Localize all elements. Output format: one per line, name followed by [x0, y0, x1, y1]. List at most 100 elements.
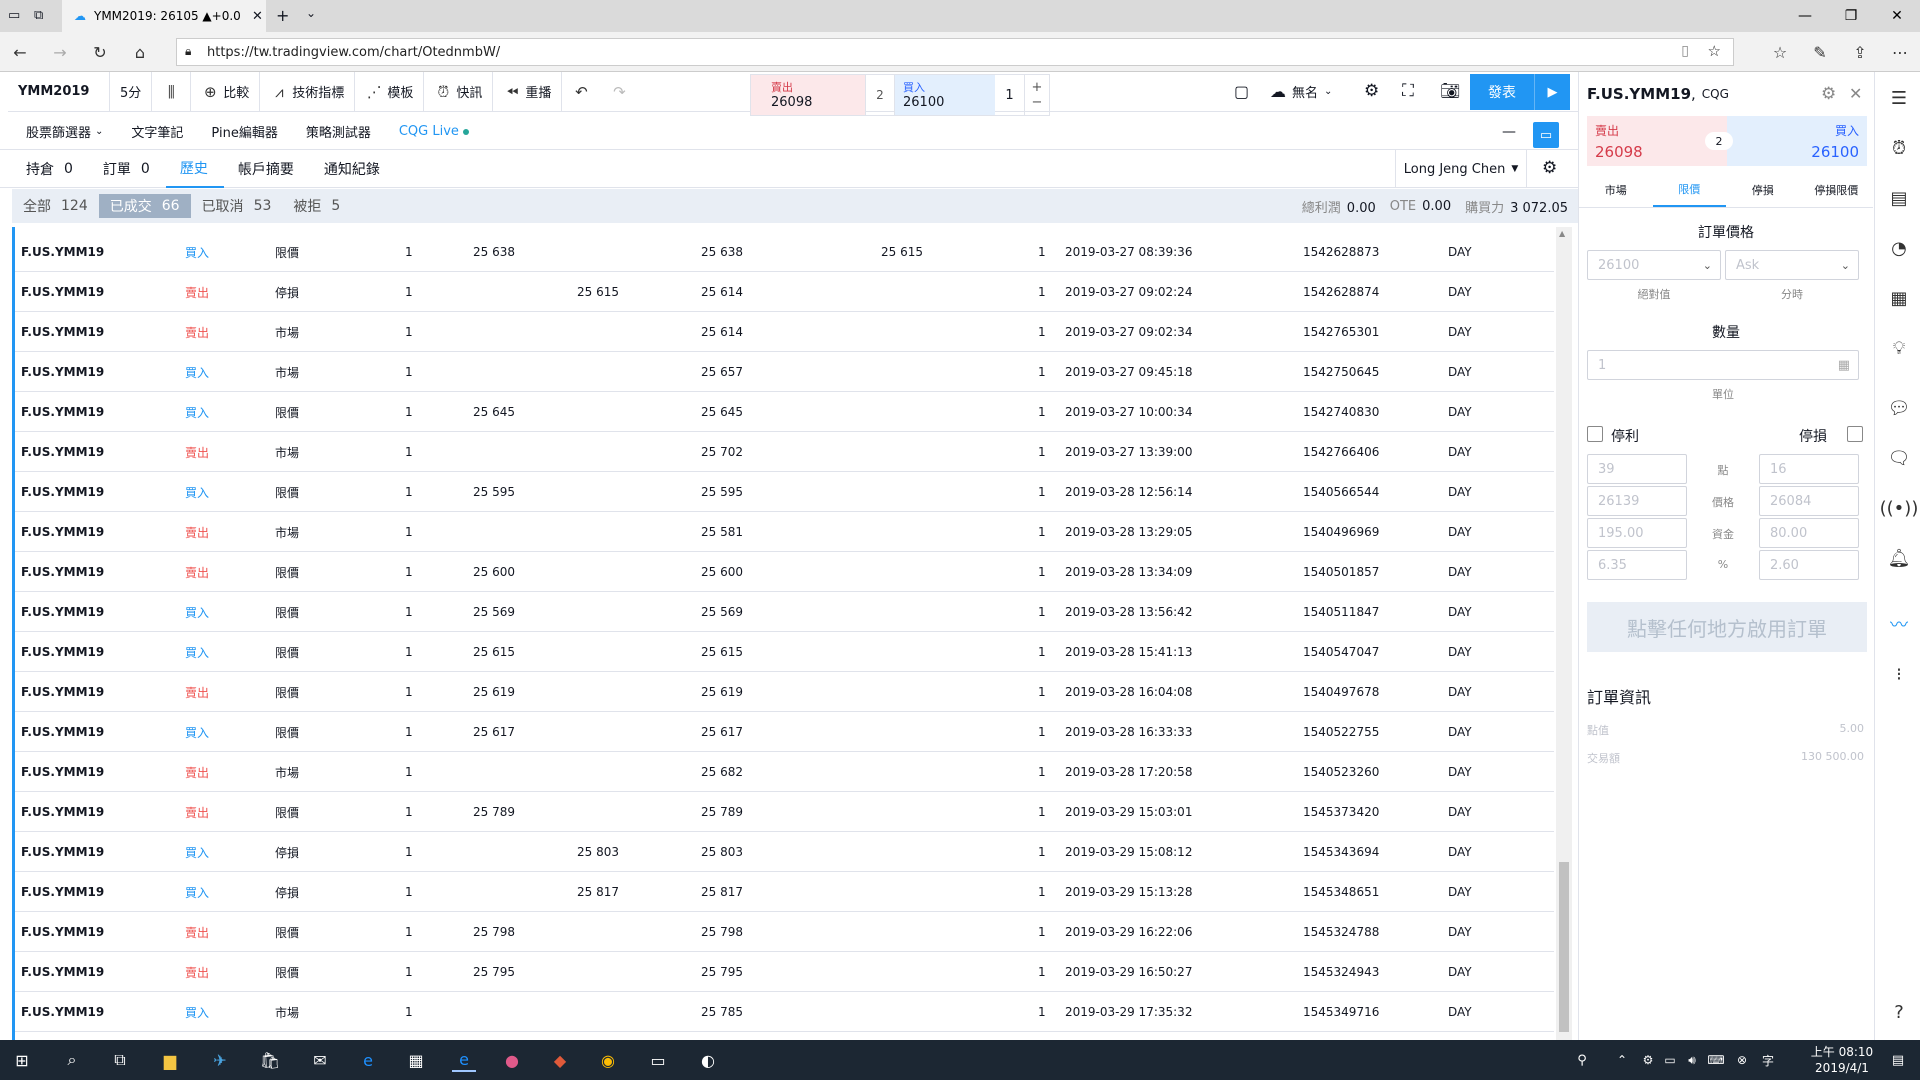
streams-icon[interactable]: ((•)) — [1880, 496, 1919, 520]
edge-browser-icon[interactable]: e — [452, 1048, 476, 1072]
order-settings-gear-icon[interactable]: ⚙ — [1821, 84, 1836, 104]
table-row[interactable]: F.US.YMM19 買入 市場 1 25 785 1 2019-03-29 17:35:3… — [15, 992, 1554, 1032]
messages-icon[interactable]: 🗨︎ — [1887, 446, 1911, 470]
sl-percent-input[interactable]: 2.60 — [1759, 550, 1859, 580]
tab-strategy-tester[interactable]: 策略測試器 — [292, 114, 385, 150]
stop-loss-checkbox[interactable] — [1847, 426, 1863, 442]
tp-money-input[interactable]: 195.00 — [1587, 518, 1687, 548]
data-window-icon[interactable]: ▤ — [1887, 186, 1911, 210]
forward-icon[interactable]: → — [46, 38, 74, 66]
quick-qty-input[interactable]: 1 — [995, 75, 1025, 115]
tray-app-icon[interactable]: ⚙ — [1636, 1048, 1660, 1072]
trading-panel-icon[interactable]: 〰 — [1887, 612, 1911, 636]
input-method-icon[interactable]: 字 — [1756, 1048, 1780, 1072]
filter-rejected[interactable]: 被拒 5 — [282, 194, 351, 218]
table-row[interactable]: F.US.YMM19 賣出 限價 1 25 619 25 619 1 2019-03-28 1… — [15, 672, 1554, 712]
table-row[interactable]: F.US.YMM19 買入 停損 1 25 817 25 817 1 2019-03-29 1… — [15, 872, 1554, 912]
volume-icon[interactable]: 🔊︎ — [1680, 1048, 1704, 1072]
chart-style-button[interactable]: ⫼ — [152, 71, 192, 112]
tab-history[interactable]: 歷史 — [165, 150, 224, 188]
table-row[interactable]: F.US.YMM19 買入 限價 1 25 617 25 617 1 2019-03-28 1… — [15, 712, 1554, 752]
app-icon[interactable]: ✈ — [208, 1048, 232, 1072]
reading-view-icon[interactable]: ▯ — [1681, 43, 1689, 59]
refresh-icon[interactable]: ↻ — [86, 38, 114, 66]
user-icon[interactable]: ⚲ — [1570, 1048, 1594, 1072]
account-selector[interactable]: Long Jeng Chen ▼ — [1395, 150, 1527, 188]
maximize-panel-icon[interactable]: ▭ — [1533, 122, 1559, 148]
back-icon[interactable]: ← — [6, 38, 34, 66]
sl-ticks-input[interactable]: 16 — [1759, 454, 1859, 484]
tab-account-summary[interactable]: 帳戶摘要 — [224, 150, 310, 188]
minimize-panel-icon[interactable]: — — [1502, 124, 1516, 140]
tab-cqg-live[interactable]: CQG Live — [385, 114, 483, 150]
calculator-app-icon[interactable]: ▦ — [404, 1048, 428, 1072]
table-row[interactable]: F.US.YMM19 賣出 限價 1 25 798 25 798 1 2019-03-29 1… — [15, 912, 1554, 952]
qty-plus-button[interactable]: + — [1032, 80, 1043, 95]
symbol-search-button[interactable]: YMM2019 — [8, 71, 110, 112]
app-shield-icon[interactable]: ◆ — [548, 1048, 572, 1072]
chrome-icon[interactable]: ◉ — [596, 1048, 620, 1072]
table-row[interactable]: F.US.YMM19 賣出 停損 1 25 615 25 614 1 2019-03-27 0… — [15, 272, 1554, 312]
enable-order-button[interactable]: 點擊任何地方啟用訂單 — [1587, 602, 1867, 652]
help-icon[interactable]: ? — [1887, 1000, 1911, 1024]
qty-minus-button[interactable]: − — [1032, 95, 1043, 110]
tp-ticks-input[interactable]: 39 — [1587, 454, 1687, 484]
notifications-bell-icon[interactable]: 🔔︎ — [1887, 546, 1911, 570]
scrollbar-thumb[interactable] — [1559, 862, 1569, 1032]
url-input[interactable]: 🔒︎ https://tw.tradingview.com/chart/Oted… — [176, 38, 1734, 66]
tab-actions-icon[interactable]: ▭ — [8, 8, 20, 23]
layout-select-icon[interactable]: ▢ — [1234, 82, 1249, 101]
tab-order-stop[interactable]: 停損 — [1726, 172, 1800, 207]
restore-window-icon[interactable]: ❐ — [1828, 0, 1874, 32]
alerts-button[interactable]: ⏰︎ 快訊 — [424, 71, 494, 112]
task-view-icon[interactable]: ⧉ — [108, 1048, 132, 1072]
undo-button[interactable]: ↶ — [562, 72, 600, 112]
browser-tab[interactable]: ☁ YMM2019: 26105 ▲+0.0 ✕ — [62, 0, 266, 32]
system-clock[interactable]: 上午 08:10 2019/4/1 — [1802, 1044, 1882, 1076]
watchlist-icon[interactable]: ☰ — [1887, 86, 1911, 110]
calendar-icon[interactable]: ▦ — [1887, 286, 1911, 310]
close-panel-icon[interactable]: ✕ — [1849, 84, 1862, 103]
close-tab-icon[interactable]: ✕ — [252, 9, 263, 24]
filter-all[interactable]: 全部 124 — [12, 194, 99, 218]
tray-close-icon[interactable]: ⊗ — [1730, 1048, 1754, 1072]
minimize-window-icon[interactable]: — — [1782, 0, 1828, 32]
sl-money-input[interactable]: 80.00 — [1759, 518, 1859, 548]
compare-button[interactable]: ⊕ 比較 — [191, 71, 261, 112]
fullscreen-icon[interactable]: ⛶ — [1402, 81, 1414, 101]
table-row[interactable]: F.US.YMM19 買入 限價 1 25 615 25 615 1 2019-03-28 1… — [15, 632, 1554, 672]
internet-explorer-icon[interactable]: e — [356, 1048, 380, 1072]
tab-order-limit[interactable]: 限價 — [1652, 172, 1726, 207]
table-row[interactable]: F.US.YMM19 賣出 市場 1 25 614 1 2019-03-27 09:02:3… — [15, 312, 1554, 352]
app-balloon-icon[interactable]: ● — [500, 1048, 524, 1072]
table-row[interactable]: F.US.YMM19 買入 限價 1 25 638 25 638 25 615 1 2019-0… — [15, 232, 1554, 272]
favorites-bar-icon[interactable]: ☆ — [1766, 38, 1794, 66]
filter-cancelled[interactable]: 已取消 53 — [191, 194, 283, 218]
alerts-clock-icon[interactable]: ⏰︎ — [1887, 136, 1911, 160]
table-row[interactable]: F.US.YMM19 買入 限價 1 25 645 25 645 1 2019-03-27 1… — [15, 392, 1554, 432]
tp-percent-input[interactable]: 6.35 — [1587, 550, 1687, 580]
share-icon[interactable]: ⇪ — [1846, 38, 1874, 66]
network-icon[interactable]: ▭ — [1658, 1048, 1682, 1072]
save-layout-button[interactable]: ☁ 無名 ⌄ — [1270, 82, 1332, 101]
tab-notifications-log[interactable]: 通知紀錄 — [310, 150, 396, 188]
favorite-star-icon[interactable]: ☆ — [1708, 42, 1721, 60]
table-row[interactable]: F.US.YMM19 賣出 市場 1 25 682 1 2019-03-28 17:20:5… — [15, 752, 1554, 792]
table-row[interactable]: F.US.YMM19 賣出 限價 1 25 795 25 795 1 2019-03-29 1… — [15, 952, 1554, 992]
app-chart-icon[interactable]: ◐ — [696, 1048, 720, 1072]
more-icon[interactable]: ⋯ — [1886, 38, 1914, 66]
publish-button[interactable]: 發表 — [1470, 74, 1534, 110]
chat-icon[interactable]: 💬︎ — [1887, 396, 1911, 420]
home-icon[interactable]: ⌂ — [126, 38, 154, 66]
tab-positions[interactable]: 持倉 0 — [12, 150, 89, 188]
table-row[interactable]: F.US.YMM19 買入 限價 1 25 569 25 569 1 2019-03-28 1… — [15, 592, 1554, 632]
table-row[interactable]: F.US.YMM19 賣出 限價 1 25 789 25 789 1 2019-03-29 1… — [15, 792, 1554, 832]
quick-buy-button[interactable]: 買入 26100 — [895, 75, 995, 115]
tab-preview-chevron-icon[interactable]: ⌄ — [306, 6, 316, 20]
qty-input[interactable]: 1 ▦ — [1587, 350, 1859, 380]
indicators-button[interactable]: ⩘ 技術指標 — [260, 71, 356, 112]
templates-button[interactable]: ⋰ 模板 — [355, 71, 425, 112]
sl-price-input[interactable]: 26084 — [1759, 486, 1859, 516]
settings-gear-icon[interactable]: ⚙ — [1364, 81, 1379, 101]
table-row[interactable]: F.US.YMM19 賣出 市場 1 25 581 1 2019-03-28 13:29:0… — [15, 512, 1554, 552]
